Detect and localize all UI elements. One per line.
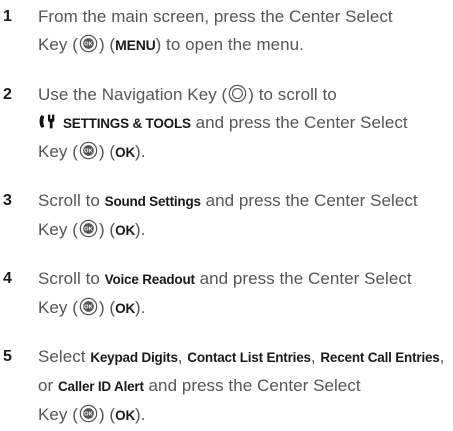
step-text: Scroll to Sound Settings and press the C… <box>38 187 453 245</box>
settings-tools-keyword: SETTINGS & TOOLS <box>63 116 191 131</box>
step-line: Select Keypad Digits, Contact List Entri… <box>38 347 445 366</box>
ok-key-icon <box>79 297 98 316</box>
step-text: Scroll to Voice Readout and press the Ce… <box>38 265 453 323</box>
step-line: Key () (OK). <box>38 297 146 317</box>
ok-keyword: OK <box>115 301 135 316</box>
ok-key-icon <box>79 219 98 238</box>
keypad-digits-keyword: Keypad Digits <box>90 350 178 365</box>
ok-keyword: OK <box>115 223 135 238</box>
step-number: 2 <box>3 86 12 103</box>
step-line: Scroll to Voice Readout and press the Ce… <box>38 269 412 288</box>
ok-key-icon <box>79 141 98 160</box>
step-line: SETTINGS & TOOLS and press the Center Se… <box>38 109 453 138</box>
menu-keyword: MENU <box>115 37 156 53</box>
step-text: From the main screen, press the Center S… <box>38 3 453 59</box>
ok-keyword: OK <box>115 408 135 423</box>
step-line: Use the Navigation Key () to scroll to <box>38 84 337 104</box>
ok-keyword: OK <box>115 145 135 160</box>
step-line: Key () (OK). <box>38 141 146 161</box>
step-line: Key () (OK). <box>38 219 146 239</box>
caller-id-alert-keyword: Caller ID Alert <box>58 379 144 394</box>
recent-call-entries-keyword: Recent Call Entries <box>320 350 440 365</box>
voice-readout-keyword: Voice Readout <box>104 272 195 287</box>
step-line: Key () (MENU) to open the menu. <box>38 34 304 54</box>
step-line: Scroll to Sound Settings and press the C… <box>38 191 418 210</box>
contact-list-entries-keyword: Contact List Entries <box>187 350 311 365</box>
ok-key-icon <box>79 404 98 423</box>
step-number: 1 <box>3 8 12 25</box>
step-number: 4 <box>3 270 12 287</box>
step-line: From the main screen, press the Center S… <box>38 7 393 26</box>
step-text: Use the Navigation Key () to scroll to S… <box>38 81 453 167</box>
step-line: or Caller ID Alert and press the Center … <box>38 376 361 395</box>
ok-key-icon <box>79 34 98 53</box>
step-number: 5 <box>3 348 12 365</box>
settings-tools-icon <box>38 113 58 130</box>
navigation-key-icon <box>228 84 247 103</box>
step-line: Key () (OK). <box>38 404 146 424</box>
sound-settings-keyword: Sound Settings <box>104 194 201 209</box>
step-number: 3 <box>3 192 12 209</box>
step-text: Select Keypad Digits, Contact List Entri… <box>38 343 453 430</box>
